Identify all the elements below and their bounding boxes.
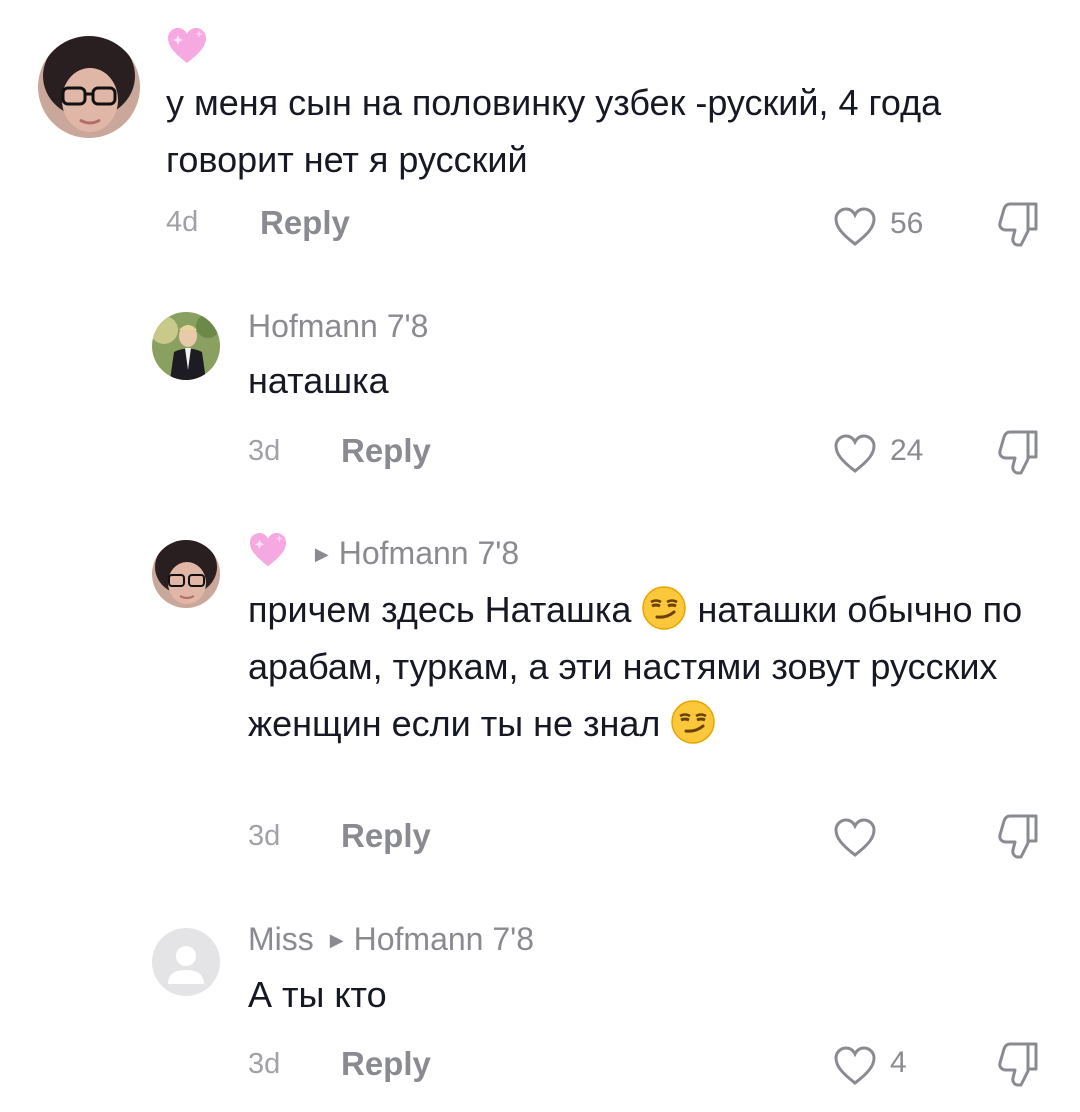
reply-button[interactable]: Reply xyxy=(260,204,350,242)
username[interactable]: Hofmann 7'8 xyxy=(248,306,428,346)
comment-text: у меня сын на половинку узбек -руский, 4… xyxy=(166,82,942,180)
like-count: 24 xyxy=(890,434,924,467)
avatar[interactable] xyxy=(152,540,220,608)
heart-outline-icon[interactable] xyxy=(833,1046,877,1086)
comment-age: 3d xyxy=(248,1048,281,1080)
reply-arrow-icon: ▶ xyxy=(314,544,329,564)
like-count: 56 xyxy=(890,207,924,240)
comment-text: наташка xyxy=(248,360,389,401)
comment-text: А ты кто xyxy=(248,974,387,1015)
comment-age: 3d xyxy=(248,435,281,467)
avatar[interactable] xyxy=(152,928,220,996)
reply-to-username[interactable]: Hofmann 7'8 xyxy=(354,921,534,957)
thumbs-down-icon[interactable] xyxy=(997,428,1041,476)
thumbs-down-icon[interactable] xyxy=(997,1040,1041,1088)
smirking-face-emoji xyxy=(641,585,687,631)
comment-header: Miss ▶ Hofmann 7'8 xyxy=(248,919,534,960)
reply-button[interactable]: Reply xyxy=(341,1045,431,1083)
pink-heart-icon xyxy=(166,27,208,67)
pink-heart-icon xyxy=(248,532,288,570)
reply-arrow-icon: ▶ xyxy=(329,930,344,950)
comment-age: 3d xyxy=(248,820,281,852)
avatar[interactable] xyxy=(152,312,220,380)
reply-button[interactable]: Reply xyxy=(341,817,431,855)
heart-outline-icon[interactable] xyxy=(833,207,877,247)
avatar[interactable] xyxy=(38,36,140,138)
comment-header: ▶ Hofmann 7'8 xyxy=(248,532,519,574)
thumbs-down-icon[interactable] xyxy=(997,812,1041,860)
smirking-face-emoji xyxy=(670,699,716,745)
reply-button[interactable]: Reply xyxy=(341,432,431,470)
comment-text: причем здесь Наташка наташки обычно по а… xyxy=(248,581,1038,752)
reply-to-username[interactable]: Hofmann 7'8 xyxy=(339,535,519,571)
comment-age: 4d xyxy=(166,206,199,238)
username[interactable]: Miss xyxy=(248,921,314,957)
like-count: 4 xyxy=(890,1046,907,1079)
heart-outline-icon[interactable] xyxy=(833,434,877,474)
heart-outline-icon[interactable] xyxy=(833,818,877,858)
comment-text-part-1: причем здесь Наташка xyxy=(248,589,642,630)
thumbs-down-icon[interactable] xyxy=(997,200,1041,248)
